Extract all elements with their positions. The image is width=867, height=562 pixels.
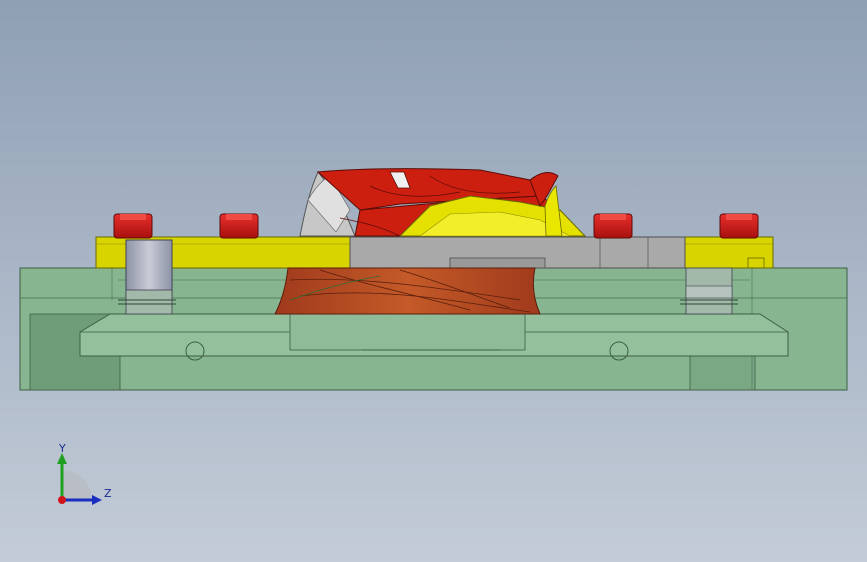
cad-model-scene[interactable] <box>0 0 867 562</box>
red-cap-4[interactable] <box>719 213 759 239</box>
impeller-hub[interactable] <box>274 267 541 315</box>
guide-post-left[interactable] <box>125 239 173 315</box>
red-cap-3[interactable] <box>593 213 633 239</box>
origin-icon <box>62 470 92 500</box>
slide-plate[interactable] <box>79 313 789 361</box>
graphics-viewport[interactable]: Y Z <box>0 0 867 562</box>
y-axis-label: Y <box>58 442 66 455</box>
red-cap-2[interactable] <box>219 213 259 239</box>
z-axis-label: Z <box>104 487 112 500</box>
red-cap-1[interactable] <box>113 213 153 239</box>
gray-plate[interactable] <box>349 236 686 269</box>
guide-post-right[interactable] <box>685 267 733 315</box>
impeller-blades[interactable] <box>299 120 587 237</box>
orientation-triad: Y Z <box>57 442 112 505</box>
